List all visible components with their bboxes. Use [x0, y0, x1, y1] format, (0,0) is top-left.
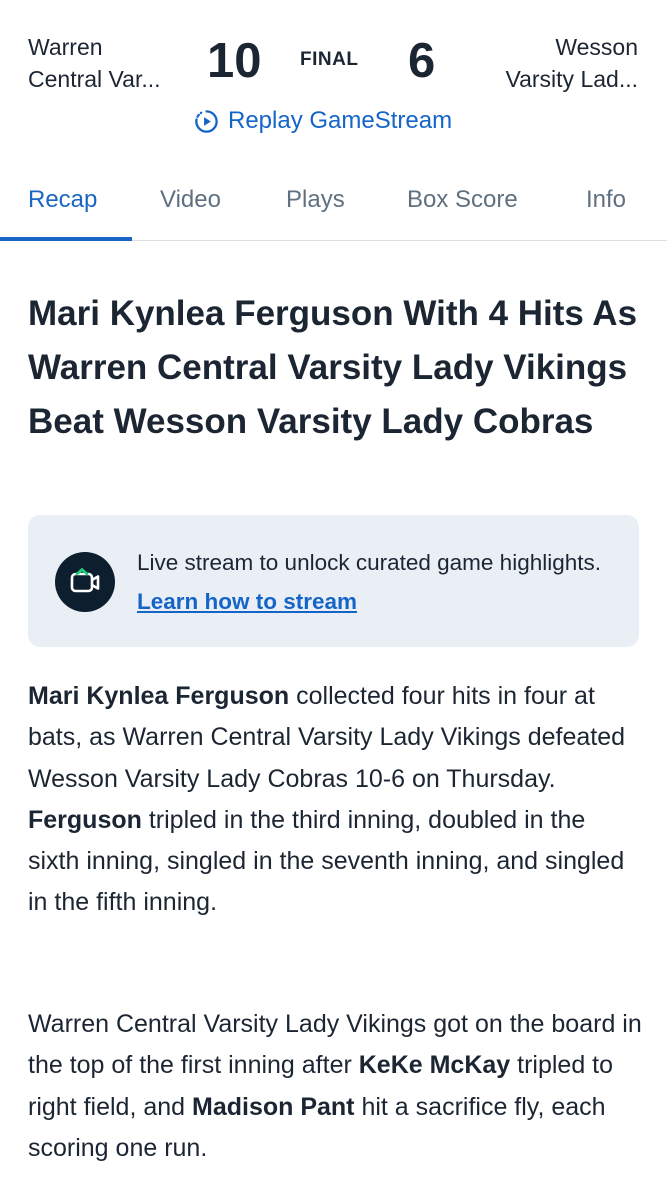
replay-gamestream-button[interactable]: Replay GameStream [193, 104, 452, 138]
tab-box-score[interactable]: Box Score [407, 186, 518, 214]
tab-video[interactable]: Video [160, 186, 221, 214]
scoreboard: Warren Central Var... 10 FINAL 6 Wesson … [0, 0, 667, 150]
article-headline: Mari Kynlea Ferguson With 4 Hits As Warr… [28, 294, 638, 441]
tab-plays[interactable]: Plays [286, 186, 345, 214]
player-name: Madison Pant [192, 1092, 355, 1121]
home-team-name[interactable]: Warren Central Var... [28, 31, 161, 95]
tab-bar: Recap Video Plays Box Score Info [0, 168, 667, 241]
learn-how-to-stream-link[interactable]: Learn how to stream [137, 589, 357, 614]
game-status: FINAL [300, 49, 359, 70]
away-team-name-line2: Varsity Lad... [505, 66, 638, 92]
tab-recap[interactable]: Recap [28, 186, 97, 214]
home-score: 10 [207, 34, 262, 88]
replay-gamestream-label: Replay GameStream [228, 107, 453, 134]
livestream-promo-card: Live stream to unlock curated game highl… [28, 515, 639, 647]
home-team-name-line1: Warren [28, 34, 103, 60]
player-name: KeKe McKay [358, 1051, 511, 1080]
replay-icon [195, 109, 218, 133]
player-name: Ferguson [28, 805, 142, 834]
article-paragraph: Mari Kynlea Ferguson collected four hits… [28, 676, 643, 924]
promo-message: Live stream to unlock curated game highl… [137, 543, 617, 621]
active-tab-indicator [0, 237, 132, 241]
video-camera-icon [55, 552, 115, 612]
tab-info[interactable]: Info [586, 186, 626, 214]
away-score: 6 [408, 34, 436, 88]
away-team-name-line1: Wesson [555, 34, 638, 60]
home-team-name-line2: Central Var... [28, 66, 161, 92]
article-paragraph: Warren Central Varsity Lady Vikings got … [28, 1004, 643, 1169]
promo-text: Live stream to unlock curated game highl… [137, 550, 601, 575]
player-name: Mari Kynlea Ferguson [28, 682, 290, 710]
away-team-name[interactable]: Wesson Varsity Lad... [505, 31, 638, 95]
